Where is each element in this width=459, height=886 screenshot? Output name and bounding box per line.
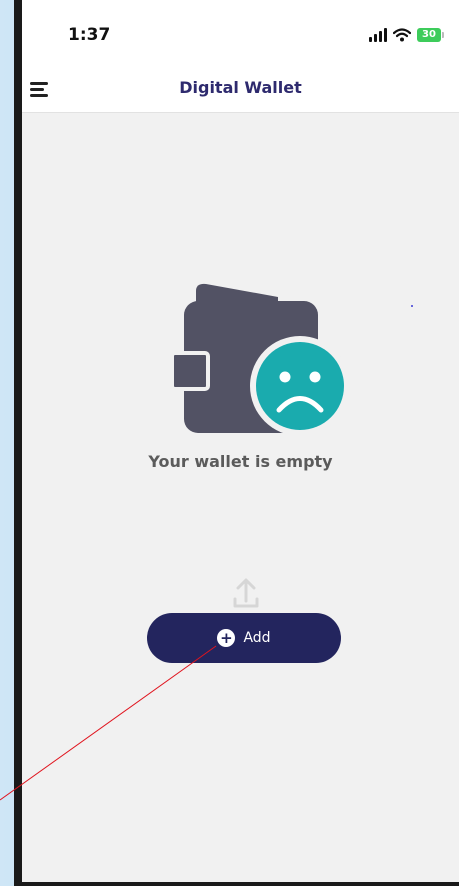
- status-time: 1:37: [68, 25, 111, 45]
- app-screen: 1:37 30 Digital Wallet Your wallet is em…: [22, 0, 459, 882]
- battery-icon: 30: [417, 28, 444, 42]
- add-button-label: Add: [243, 630, 271, 646]
- upload-icon: [233, 578, 259, 608]
- sad-wallet-icon: [170, 283, 350, 436]
- phone-frame: 1:37 30 Digital Wallet Your wallet is em…: [14, 0, 459, 886]
- empty-state-message: Your wallet is empty: [148, 452, 333, 471]
- wifi-icon: [393, 28, 411, 42]
- stray-dot: [411, 305, 413, 307]
- status-icons: 30: [369, 26, 444, 44]
- plus-circle-icon: +: [217, 629, 236, 647]
- app-bar: Digital Wallet: [22, 70, 459, 113]
- add-button[interactable]: + Add: [147, 613, 341, 663]
- signal-icon: [369, 28, 387, 42]
- status-bar: 1:37 30: [22, 0, 459, 70]
- page-title: Digital Wallet: [179, 78, 302, 97]
